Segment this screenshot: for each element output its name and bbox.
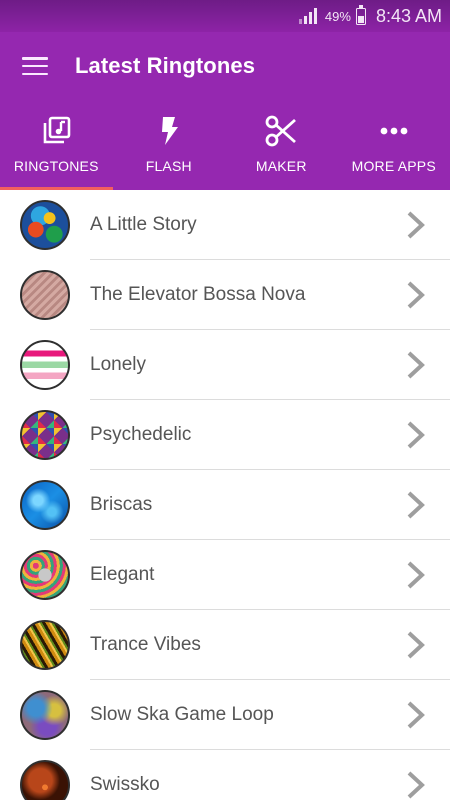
chevron-right-icon bbox=[407, 631, 425, 659]
ringtone-list: A Little Story The Elevator Bossa Nova L… bbox=[0, 190, 450, 800]
tab-flash[interactable]: FLASH bbox=[113, 100, 226, 190]
battery-icon bbox=[355, 4, 366, 25]
list-item[interactable]: Trance Vibes bbox=[0, 610, 450, 680]
chevron-right-icon bbox=[407, 421, 425, 449]
ringtone-title: Psychedelic bbox=[90, 424, 192, 445]
chevron-right-icon bbox=[407, 211, 425, 239]
tab-label: RINGTONES bbox=[13, 158, 99, 174]
chevron-right-icon bbox=[407, 561, 425, 589]
status-bar: 49% 8:43 AM bbox=[0, 0, 450, 32]
chevron-right-icon bbox=[407, 491, 425, 519]
tab-ringtones[interactable]: RINGTONES bbox=[0, 100, 113, 190]
ringtone-title: A Little Story bbox=[90, 214, 197, 235]
ringtone-title: Lonely bbox=[90, 354, 146, 375]
flash-icon bbox=[152, 114, 186, 148]
scissors-icon bbox=[264, 114, 298, 148]
list-item[interactable]: Lonely bbox=[0, 330, 450, 400]
tab-label: MAKER bbox=[255, 158, 307, 174]
hamburger-menu-icon[interactable] bbox=[22, 57, 48, 75]
list-item[interactable]: Briscas bbox=[0, 470, 450, 540]
ringtone-thumbnail bbox=[20, 550, 70, 600]
ringtone-title: Briscas bbox=[90, 494, 153, 515]
ringtone-title: Elegant bbox=[90, 564, 155, 585]
status-time: 8:43 AM bbox=[375, 5, 442, 26]
tab-bar: RINGTONES FLASH MAKER MORE APPS bbox=[0, 100, 450, 190]
ringtone-title: Slow Ska Game Loop bbox=[90, 704, 274, 725]
ringtone-thumbnail bbox=[20, 410, 70, 460]
tab-label: FLASH bbox=[145, 158, 192, 174]
tab-maker[interactable]: MAKER bbox=[225, 100, 338, 190]
ringtone-thumbnail bbox=[20, 480, 70, 530]
ringtone-thumbnail bbox=[20, 200, 70, 250]
list-item[interactable]: Psychedelic bbox=[0, 400, 450, 470]
app-bar: Latest Ringtones bbox=[0, 32, 450, 100]
list-item[interactable]: Swissko bbox=[0, 750, 450, 800]
ringtone-thumbnail bbox=[20, 690, 70, 740]
list-item[interactable]: Slow Ska Game Loop bbox=[0, 680, 450, 750]
list-item[interactable]: A Little Story bbox=[0, 190, 450, 260]
ringtone-title: Swissko bbox=[90, 774, 160, 795]
ringtone-title: Trance Vibes bbox=[90, 634, 201, 655]
ringtone-thumbnail bbox=[20, 340, 70, 390]
signal-strength-icon bbox=[298, 8, 317, 24]
music-library-icon bbox=[39, 114, 73, 148]
page-title: Latest Ringtones bbox=[75, 53, 256, 78]
list-item[interactable]: Elegant bbox=[0, 540, 450, 610]
more-dots-icon bbox=[377, 114, 411, 148]
chevron-right-icon bbox=[407, 281, 425, 309]
list-item[interactable]: The Elevator Bossa Nova bbox=[0, 260, 450, 330]
ringtone-thumbnail bbox=[20, 760, 70, 800]
battery-percent: 49% bbox=[324, 8, 351, 24]
chevron-right-icon bbox=[407, 771, 425, 799]
ringtone-thumbnail bbox=[20, 270, 70, 320]
ringtone-thumbnail bbox=[20, 620, 70, 670]
ringtone-title: The Elevator Bossa Nova bbox=[90, 284, 306, 305]
tab-more-apps[interactable]: MORE APPS bbox=[338, 100, 450, 190]
chevron-right-icon bbox=[407, 351, 425, 379]
chevron-right-icon bbox=[407, 701, 425, 729]
tab-label: MORE APPS bbox=[351, 158, 436, 174]
